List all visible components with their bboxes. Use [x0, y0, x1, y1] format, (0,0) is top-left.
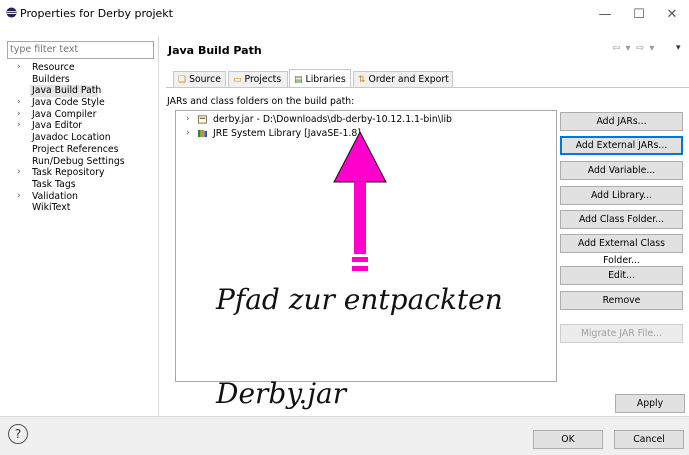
view-menu-chevron-icon[interactable]: ▾ [676, 43, 681, 53]
tab-divider [166, 87, 689, 88]
arrow-dash-1 [352, 257, 368, 262]
tab-libraries[interactable]: ▤ Libraries [289, 69, 351, 88]
nav-item-label: Task Tags [32, 178, 76, 190]
minimize-button[interactable]: — [588, 0, 622, 29]
ok-button[interactable]: OK [533, 430, 603, 449]
arrow-head [333, 130, 387, 183]
expand-chevron-icon[interactable]: › [17, 109, 21, 121]
nav-item-label: WikiText [32, 202, 71, 214]
nav-item[interactable]: Javadoc Location [8, 132, 156, 144]
nav-item[interactable]: Java Build Path [30, 85, 102, 98]
expand-chevron-icon[interactable]: › [186, 113, 190, 126]
filter-field[interactable] [7, 41, 154, 59]
nav-item[interactable]: › Java Editor [8, 120, 156, 132]
nav-item[interactable]: › Java Compiler [8, 109, 156, 121]
projects-folder-icon: ▭ [233, 75, 242, 85]
properties-nav-tree: › Resource Builders Java Build Path › Java Co… [8, 62, 156, 214]
library-icon [198, 129, 207, 138]
page-title: Java Build Path [168, 44, 262, 57]
nav-item-label: Validation [32, 190, 78, 202]
tab-projects[interactable]: ▭ Projects [228, 71, 288, 87]
cancel-button[interactable]: Cancel [614, 430, 684, 449]
back-forward-nav[interactable]: ⇦ ▾ ⇨ ▾ [612, 43, 655, 54]
add-external-jars-button[interactable]: Add External JARs... [560, 136, 683, 155]
expand-chevron-icon[interactable]: › [186, 127, 190, 140]
build-path-label: JARs and class folders on the build path… [167, 96, 355, 107]
annotation-arrow [333, 130, 387, 271]
expand-chevron-icon[interactable]: › [17, 191, 21, 203]
eclipse-icon [6, 7, 17, 18]
nav-item-label: Java Build Path [32, 85, 102, 97]
expand-chevron-icon[interactable]: › [17, 120, 21, 132]
tab-order-and-export[interactable]: ⇅ Order and Export [353, 71, 453, 87]
annotation-text-line1: Pfad zur entpackten [216, 283, 503, 316]
filter-input[interactable] [8, 42, 152, 57]
nav-item-label: Java Code Style [32, 97, 105, 109]
add-class-folder-button[interactable]: Add Class Folder... [560, 210, 683, 229]
nav-item-label: Resource [32, 62, 75, 73]
arrow-dash-2 [352, 266, 368, 271]
maximize-button[interactable]: ☐ [622, 0, 656, 29]
nav-item[interactable]: WikiText [8, 202, 156, 214]
edit-button[interactable]: Edit... [560, 266, 683, 285]
add-jars-button[interactable]: Add JARs... [560, 112, 683, 131]
nav-item[interactable]: › Resource [8, 62, 156, 74]
nav-item-label: Run/Debug Settings [32, 155, 125, 167]
expand-chevron-icon[interactable]: › [17, 62, 21, 74]
expand-chevron-icon[interactable]: › [17, 97, 21, 109]
add-external-class-folder-button[interactable]: Add External Class Folder... [560, 234, 683, 266]
annotation-text-line2: Derby.jar [216, 377, 347, 410]
add-library-button[interactable]: Add Library... [560, 186, 683, 205]
nav-item-label: Java Compiler [32, 108, 97, 120]
close-button[interactable]: ✕ [655, 0, 689, 29]
source-folder-icon: ❏ [178, 75, 187, 85]
nav-item-label: Task Repository [32, 167, 105, 179]
nav-item-label: Builders [32, 73, 70, 85]
add-variable-button[interactable]: Add Variable... [560, 161, 683, 180]
order-export-icon: ⇅ [358, 75, 366, 85]
nav-item-label: Javadoc Location [32, 132, 111, 144]
nav-item[interactable]: › Java Code Style [8, 97, 156, 109]
nav-item-label: Java Editor [32, 120, 83, 132]
nav-item[interactable]: Run/Debug Settings [8, 156, 156, 168]
help-icon[interactable]: ? [8, 424, 28, 444]
expand-chevron-icon[interactable]: › [17, 167, 21, 179]
tab-source[interactable]: ❏ Source [173, 71, 226, 87]
arrow-shaft [354, 182, 366, 254]
jar-icon [198, 115, 207, 124]
nav-item[interactable]: Task Tags [8, 179, 156, 191]
nav-item[interactable]: Project References [8, 144, 156, 156]
nav-item-label: Project References [32, 143, 119, 155]
nav-item[interactable]: › Validation [8, 191, 156, 203]
window-title: Properties for Derby projekt [20, 7, 173, 20]
nav-item[interactable]: Builders [8, 74, 156, 86]
pane-divider[interactable] [158, 36, 159, 416]
apply-button[interactable]: Apply [615, 394, 685, 413]
migrate-jar-button[interactable]: Migrate JAR File... [560, 324, 683, 343]
remove-button[interactable]: Remove [560, 291, 683, 310]
nav-item[interactable]: › Task Repository [8, 167, 156, 179]
